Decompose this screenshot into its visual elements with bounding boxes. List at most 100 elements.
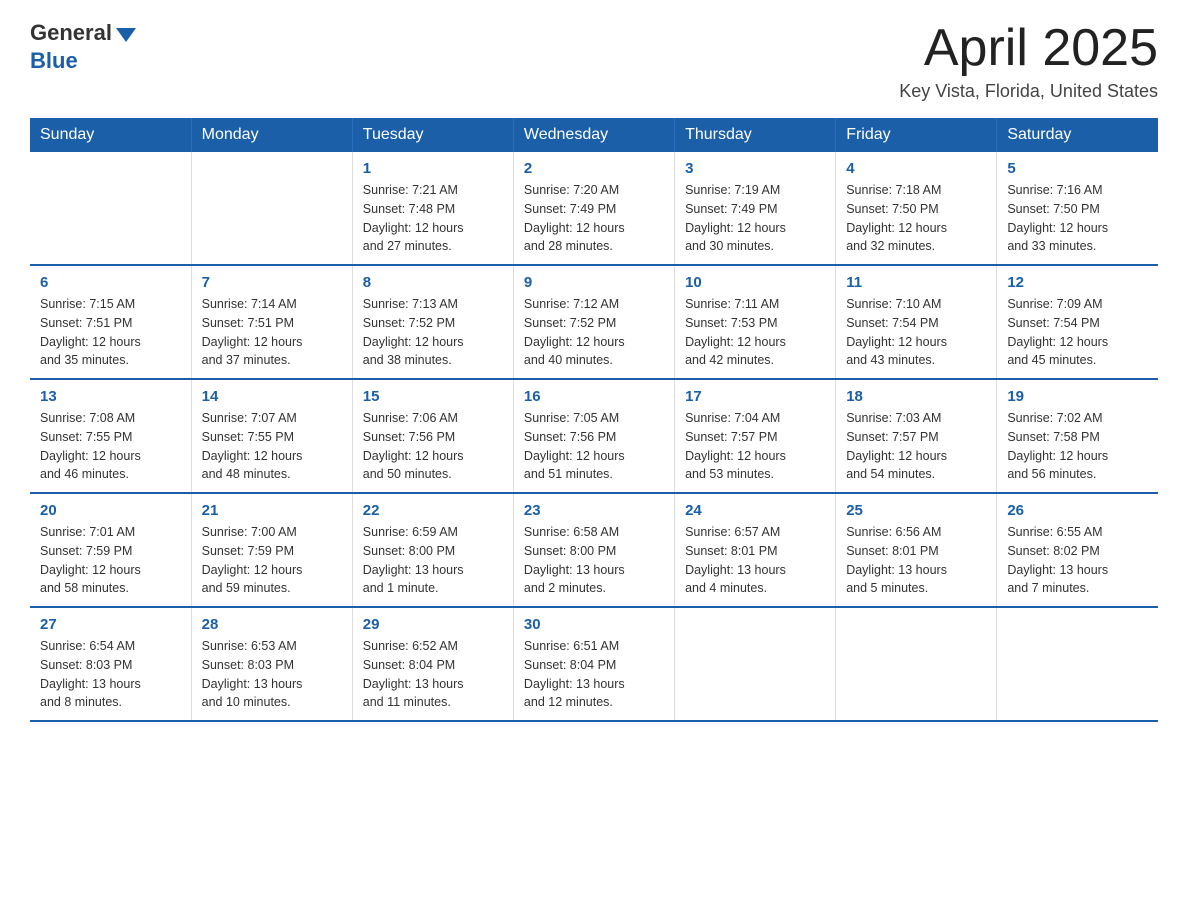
calendar-cell — [836, 607, 997, 721]
calendar-cell: 20 Sunrise: 7:01 AM Sunset: 7:59 PM Dayli… — [30, 493, 191, 607]
calendar-cell: 4 Sunrise: 7:18 AM Sunset: 7:50 PM Daylig… — [836, 152, 997, 265]
day-info: Sunrise: 7:02 AM Sunset: 7:58 PM Dayligh… — [1007, 409, 1148, 484]
day-info: Sunrise: 7:08 AM Sunset: 7:55 PM Dayligh… — [40, 409, 181, 484]
calendar-cell: 22 Sunrise: 6:59 AM Sunset: 8:00 PM Dayli… — [352, 493, 513, 607]
weekday-header-monday: Monday — [191, 118, 352, 152]
day-number: 1 — [363, 160, 503, 177]
day-number: 12 — [1007, 274, 1148, 291]
day-info: Sunrise: 6:54 AM Sunset: 8:03 PM Dayligh… — [40, 637, 181, 712]
calendar-cell: 27 Sunrise: 6:54 AM Sunset: 8:03 PM Dayli… — [30, 607, 191, 721]
weekday-header-sunday: Sunday — [30, 118, 191, 152]
day-number: 22 — [363, 502, 503, 519]
calendar-cell — [191, 152, 352, 265]
calendar-cell: 6Sunrise: 7:15 AM Sunset: 7:51 PM Daylig… — [30, 265, 191, 379]
calendar-cell: 12 Sunrise: 7:09 AM Sunset: 7:54 PM Dayli… — [997, 265, 1158, 379]
logo-blue-text: Blue — [30, 48, 78, 73]
day-info: Sunrise: 7:13 AM Sunset: 7:52 PM Dayligh… — [363, 295, 503, 370]
day-info: Sunrise: 7:15 AM Sunset: 7:51 PM Dayligh… — [40, 295, 181, 370]
day-number: 20 — [40, 502, 181, 519]
calendar-cell: 2Sunrise: 7:20 AM Sunset: 7:49 PM Daylig… — [513, 152, 674, 265]
calendar-cell: 8 Sunrise: 7:13 AM Sunset: 7:52 PM Daylig… — [352, 265, 513, 379]
day-number: 8 — [363, 274, 503, 291]
day-number: 23 — [524, 502, 664, 519]
calendar-cell: 9Sunrise: 7:12 AM Sunset: 7:52 PM Daylig… — [513, 265, 674, 379]
page-header: General Blue April 2025 Key Vista, Flori… — [30, 20, 1158, 102]
day-number: 3 — [685, 160, 825, 177]
day-info: Sunrise: 6:56 AM Sunset: 8:01 PM Dayligh… — [846, 523, 986, 598]
day-number: 18 — [846, 388, 986, 405]
calendar-week-row: 6Sunrise: 7:15 AM Sunset: 7:51 PM Daylig… — [30, 265, 1158, 379]
weekday-header-friday: Friday — [836, 118, 997, 152]
day-number: 15 — [363, 388, 503, 405]
weekday-header-tuesday: Tuesday — [352, 118, 513, 152]
day-number: 16 — [524, 388, 664, 405]
calendar-cell: 26Sunrise: 6:55 AM Sunset: 8:02 PM Dayli… — [997, 493, 1158, 607]
day-info: Sunrise: 7:05 AM Sunset: 7:56 PM Dayligh… — [524, 409, 664, 484]
calendar-cell: 11 Sunrise: 7:10 AM Sunset: 7:54 PM Dayli… — [836, 265, 997, 379]
day-number: 2 — [524, 160, 664, 177]
weekday-header-saturday: Saturday — [997, 118, 1158, 152]
location: Key Vista, Florida, United States — [899, 81, 1158, 102]
day-number: 19 — [1007, 388, 1148, 405]
day-info: Sunrise: 6:55 AM Sunset: 8:02 PM Dayligh… — [1007, 523, 1148, 598]
day-number: 13 — [40, 388, 181, 405]
day-number: 17 — [685, 388, 825, 405]
calendar-cell: 28 Sunrise: 6:53 AM Sunset: 8:03 PM Dayli… — [191, 607, 352, 721]
month-title: April 2025 — [899, 20, 1158, 77]
day-info: Sunrise: 7:11 AM Sunset: 7:53 PM Dayligh… — [685, 295, 825, 370]
calendar-cell: 16 Sunrise: 7:05 AM Sunset: 7:56 PM Dayli… — [513, 379, 674, 493]
calendar-cell: 24 Sunrise: 6:57 AM Sunset: 8:01 PM Dayli… — [675, 493, 836, 607]
day-info: Sunrise: 6:58 AM Sunset: 8:00 PM Dayligh… — [524, 523, 664, 598]
day-info: Sunrise: 7:19 AM Sunset: 7:49 PM Dayligh… — [685, 181, 825, 256]
day-number: 29 — [363, 616, 503, 633]
day-info: Sunrise: 7:10 AM Sunset: 7:54 PM Dayligh… — [846, 295, 986, 370]
calendar-cell: 30 Sunrise: 6:51 AM Sunset: 8:04 PM Dayli… — [513, 607, 674, 721]
day-number: 10 — [685, 274, 825, 291]
calendar-cell — [675, 607, 836, 721]
day-number: 25 — [846, 502, 986, 519]
calendar-week-row: 1Sunrise: 7:21 AM Sunset: 7:48 PM Daylig… — [30, 152, 1158, 265]
day-number: 28 — [202, 616, 342, 633]
day-info: Sunrise: 6:51 AM Sunset: 8:04 PM Dayligh… — [524, 637, 664, 712]
day-number: 30 — [524, 616, 664, 633]
day-number: 14 — [202, 388, 342, 405]
calendar-cell: 23 Sunrise: 6:58 AM Sunset: 8:00 PM Dayli… — [513, 493, 674, 607]
day-number: 11 — [846, 274, 986, 291]
day-info: Sunrise: 7:16 AM Sunset: 7:50 PM Dayligh… — [1007, 181, 1148, 256]
day-info: Sunrise: 6:57 AM Sunset: 8:01 PM Dayligh… — [685, 523, 825, 598]
day-number: 27 — [40, 616, 181, 633]
day-info: Sunrise: 7:04 AM Sunset: 7:57 PM Dayligh… — [685, 409, 825, 484]
day-info: Sunrise: 7:07 AM Sunset: 7:55 PM Dayligh… — [202, 409, 342, 484]
day-info: Sunrise: 7:01 AM Sunset: 7:59 PM Dayligh… — [40, 523, 181, 598]
weekday-header-row: SundayMondayTuesdayWednesdayThursdayFrid… — [30, 118, 1158, 152]
day-info: Sunrise: 6:53 AM Sunset: 8:03 PM Dayligh… — [202, 637, 342, 712]
logo: General Blue — [30, 20, 136, 74]
calendar-week-row: 20 Sunrise: 7:01 AM Sunset: 7:59 PM Dayli… — [30, 493, 1158, 607]
weekday-header-wednesday: Wednesday — [513, 118, 674, 152]
day-info: Sunrise: 7:18 AM Sunset: 7:50 PM Dayligh… — [846, 181, 986, 256]
day-number: 5 — [1007, 160, 1148, 177]
logo-text: General — [30, 20, 136, 46]
calendar-cell: 15 Sunrise: 7:06 AM Sunset: 7:56 PM Dayli… — [352, 379, 513, 493]
title-section: April 2025 Key Vista, Florida, United St… — [899, 20, 1158, 102]
calendar-week-row: 27 Sunrise: 6:54 AM Sunset: 8:03 PM Dayli… — [30, 607, 1158, 721]
day-number: 7 — [202, 274, 342, 291]
calendar-cell: 3 Sunrise: 7:19 AM Sunset: 7:49 PM Daylig… — [675, 152, 836, 265]
calendar-cell: 13 Sunrise: 7:08 AM Sunset: 7:55 PM Dayli… — [30, 379, 191, 493]
day-number: 24 — [685, 502, 825, 519]
day-info: Sunrise: 6:59 AM Sunset: 8:00 PM Dayligh… — [363, 523, 503, 598]
day-info: Sunrise: 7:09 AM Sunset: 7:54 PM Dayligh… — [1007, 295, 1148, 370]
logo-triangle-icon — [116, 28, 136, 42]
calendar-cell: 19 Sunrise: 7:02 AM Sunset: 7:58 PM Dayli… — [997, 379, 1158, 493]
logo-general-text: General — [30, 20, 112, 46]
calendar-cell: 17 Sunrise: 7:04 AM Sunset: 7:57 PM Dayli… — [675, 379, 836, 493]
day-number: 9 — [524, 274, 664, 291]
calendar-cell: 1Sunrise: 7:21 AM Sunset: 7:48 PM Daylig… — [352, 152, 513, 265]
day-info: Sunrise: 7:06 AM Sunset: 7:56 PM Dayligh… — [363, 409, 503, 484]
calendar-cell: 21Sunrise: 7:00 AM Sunset: 7:59 PM Dayli… — [191, 493, 352, 607]
calendar-table: SundayMondayTuesdayWednesdayThursdayFrid… — [30, 118, 1158, 722]
day-info: Sunrise: 6:52 AM Sunset: 8:04 PM Dayligh… — [363, 637, 503, 712]
day-number: 4 — [846, 160, 986, 177]
day-info: Sunrise: 7:14 AM Sunset: 7:51 PM Dayligh… — [202, 295, 342, 370]
day-number: 21 — [202, 502, 342, 519]
